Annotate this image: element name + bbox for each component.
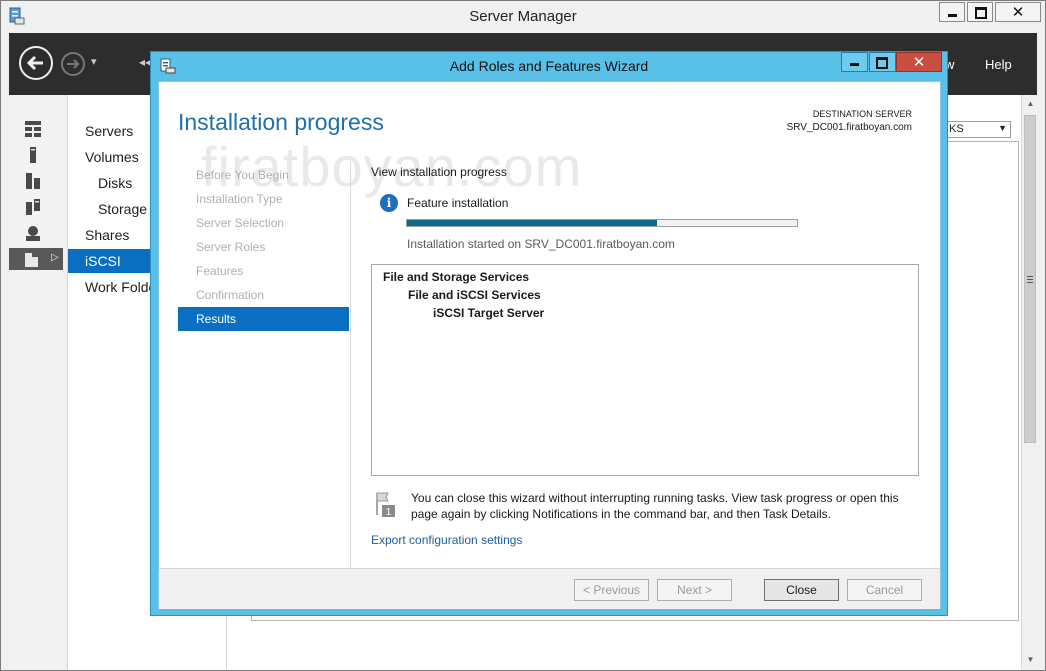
grip-line <box>1027 282 1033 283</box>
destination-server-label: DESTINATION SERVER <box>812 109 912 119</box>
tasks-dropdown-label: KS <box>949 123 964 135</box>
installation-started-text: Installation started on SRV_DC001.firatb… <box>407 237 675 251</box>
info-icon: i <box>380 194 398 212</box>
sub-nav-label: Servers <box>85 123 134 139</box>
wizard-title: Add Roles and Features Wizard <box>449 58 649 74</box>
result-file-storage-services: File and Storage Services <box>383 270 530 284</box>
steps-divider <box>350 161 351 571</box>
grip-icon <box>1027 276 1033 277</box>
result-file-iscsi-services: File and iSCSI Services <box>408 288 541 302</box>
minimize-button[interactable] <box>939 2 965 22</box>
next-button[interactable]: Next > <box>657 579 732 601</box>
step-installation-type: Installation Type <box>196 192 283 206</box>
arrow-left-icon <box>26 55 43 71</box>
step-features: Features <box>196 264 244 278</box>
add-roles-features-wizard: Add Roles and Features Wizard ✕ firatboy… <box>150 51 948 616</box>
sub-nav-label: Shares <box>85 227 130 243</box>
file-storage-icon[interactable] <box>25 199 41 215</box>
file-storage-services-icon[interactable] <box>25 251 41 267</box>
step-confirmation: Confirmation <box>196 288 265 302</box>
export-configuration-link[interactable]: Export configuration settings <box>371 533 522 547</box>
notification-flag-icon: 1 <box>376 492 395 517</box>
close-window-button[interactable]: ✕ <box>995 2 1041 22</box>
menu-help[interactable]: Help <box>985 57 1012 72</box>
window-title: Server Manager <box>469 8 577 25</box>
cancel-button[interactable]: Cancel <box>847 579 922 601</box>
destination-server-name: SRV_DC001.firatboyan.com <box>786 122 912 133</box>
scroll-up-icon[interactable]: ▲ <box>1022 97 1039 111</box>
wizard-titlebar[interactable]: Add Roles and Features Wizard ✕ <box>151 52 947 80</box>
all-servers-icon[interactable] <box>25 173 41 189</box>
close-icon: ✕ <box>1011 4 1025 21</box>
page-title: Installation progress <box>178 109 384 135</box>
sub-nav-label: Storage <box>98 201 148 217</box>
vertical-scrollbar[interactable]: ▲ ▼ <box>1021 95 1039 670</box>
maximize-button[interactable] <box>967 2 993 22</box>
sub-nav-label: Disks <box>98 175 133 191</box>
scrollbar-thumb[interactable] <box>1024 115 1036 443</box>
progress-panel: View installation progress i Feature ins… <box>371 161 923 561</box>
installation-progress-bar <box>406 219 798 227</box>
progress-fill <box>407 220 657 226</box>
wizard-maximize-button[interactable] <box>869 52 896 72</box>
step-results[interactable]: Results <box>178 307 349 331</box>
minimize-icon <box>948 14 957 17</box>
maximize-icon <box>876 57 888 69</box>
view-progress-label: View installation progress <box>371 165 507 179</box>
result-iscsi-target-server: iSCSI Target Server <box>433 306 545 320</box>
results-list[interactable]: File and Storage Services File and iSCSI… <box>371 264 919 476</box>
step-server-roles: Server Roles <box>196 240 266 254</box>
step-server-selection: Server Selection <box>196 216 285 230</box>
scroll-down-icon[interactable]: ▼ <box>1022 653 1039 667</box>
wizard-footer: < Previous Next > Close Cancel <box>159 568 940 609</box>
back-button[interactable] <box>19 46 53 80</box>
sub-nav-label: iSCSI <box>85 253 121 269</box>
tasks-dropdown[interactable]: KS ▼ <box>945 121 1011 138</box>
grip-line <box>1027 279 1033 280</box>
forward-button[interactable] <box>61 52 85 76</box>
chevron-down-icon: ▼ <box>998 123 1007 133</box>
minimize-icon <box>850 63 859 66</box>
maximize-icon <box>975 7 987 19</box>
arrow-right-icon <box>67 59 80 69</box>
wizard-body: firatboyan.com Installation progress DES… <box>158 81 941 609</box>
close-icon: ✕ <box>912 54 926 71</box>
feature-installation-label: Feature installation <box>407 196 509 210</box>
wizard-minimize-button[interactable] <box>841 52 868 72</box>
role-server-icon[interactable] <box>25 225 41 241</box>
sub-nav-label: Work Folde <box>85 279 157 295</box>
left-nav-rail: ▷ <box>9 95 63 670</box>
close-wizard-note: You can close this wizard without interr… <box>411 491 899 521</box>
chevron-down-icon[interactable]: ▾ <box>91 55 97 68</box>
notification-count: 1 <box>386 507 392 517</box>
local-server-icon[interactable] <box>25 147 41 163</box>
expand-arrow-icon[interactable]: ▷ <box>51 252 59 263</box>
dashboard-icon[interactable] <box>25 121 41 137</box>
wizard-close-button[interactable]: ✕ <box>896 52 942 72</box>
previous-button[interactable]: < Previous <box>574 579 649 601</box>
sub-nav-label: Volumes <box>85 149 139 165</box>
step-before-you-begin: Before You Begin <box>196 168 289 182</box>
server-manager-titlebar[interactable]: Server Manager ✕ <box>1 1 1045 33</box>
close-button[interactable]: Close <box>764 579 839 601</box>
